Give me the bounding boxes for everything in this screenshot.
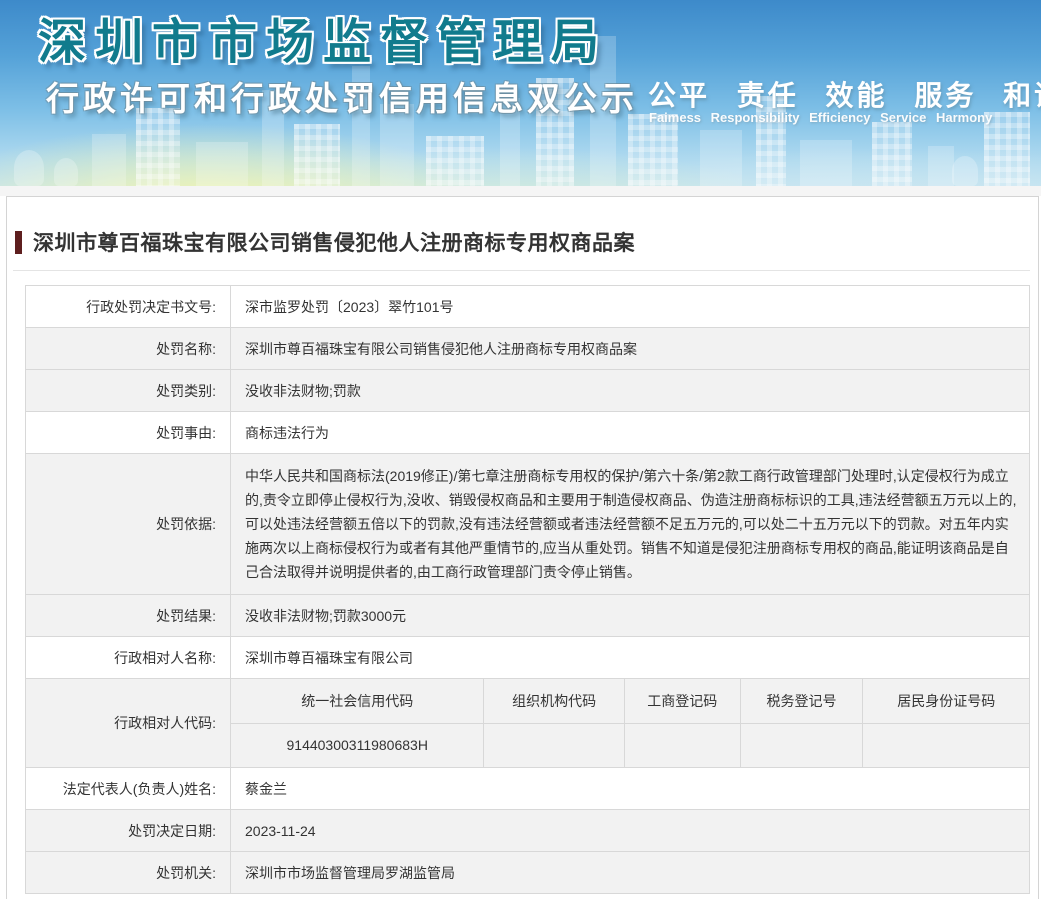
codes-header-business-reg: 工商登记码 — [623, 679, 741, 724]
case-title: 深圳市尊百福珠宝有限公司销售侵犯他人注册商标专用权商品案 — [33, 232, 635, 255]
row-value: 没收非法财物;罚款 — [230, 369, 1030, 412]
codes-header-tax-reg: 税务登记号 — [739, 679, 864, 724]
row-penalty-name: 处罚名称: 深圳市尊百福珠宝有限公司销售侵犯他人注册商标专用权商品案 — [25, 327, 1030, 370]
row-value: 2023-11-24 — [230, 809, 1030, 852]
row-penalty-result: 处罚结果: 没收非法财物;罚款3000元 — [25, 594, 1030, 637]
row-value: 商标违法行为 — [230, 411, 1030, 454]
row-party-codes: 行政相对人代码: 统一社会信用代码 组织机构代码 工商登记码 税务登记号 居民身… — [25, 678, 1030, 768]
row-party-name: 行政相对人名称: 深圳市尊百福珠宝有限公司 — [25, 636, 1030, 679]
row-label: 处罚事由: — [25, 411, 231, 454]
tree-silhouette — [54, 158, 78, 186]
row-value: 深圳市市场监督管理局罗湖监管局 — [230, 851, 1030, 894]
row-label: 行政相对人代码: — [25, 678, 231, 768]
row-value: 没收非法财物;罚款3000元 — [230, 594, 1030, 637]
row-legal-representative: 法定代表人(负责人)姓名: 蔡金兰 — [25, 767, 1030, 810]
row-penalty-category: 处罚类别: 没收非法财物;罚款 — [25, 369, 1030, 412]
codes-value-business-reg — [623, 722, 741, 767]
agency-title: 深圳市市场监督管理局 — [38, 16, 609, 69]
row-value: 深圳市尊百福珠宝有限公司销售侵犯他人注册商标专用权商品案 — [230, 327, 1030, 370]
banner-subtitle: 行政许可和行政处罚信用信息双公示 — [46, 80, 638, 117]
codes-value-id-number — [862, 722, 1029, 767]
row-penalty-authority: 处罚机关: 深圳市市场监督管理局罗湖监管局 — [25, 851, 1030, 894]
row-label: 处罚决定日期: — [25, 809, 231, 852]
header-gap-band — [0, 186, 1041, 196]
row-value: 深市监罗处罚〔2023〕翠竹101号 — [230, 285, 1030, 328]
tree-silhouette — [952, 156, 978, 186]
row-value: 深圳市尊百福珠宝有限公司 — [230, 636, 1030, 679]
header-banner: 深圳市市场监督管理局 行政许可和行政处罚信用信息双公示 公平 责任 效能 服务 … — [0, 0, 1041, 186]
codes-value-row: 91440300311980683H — [231, 722, 1029, 767]
slogan-chinese: 公平 责任 效能 服务 和谐 — [648, 80, 1041, 111]
row-label: 行政相对人名称: — [25, 636, 231, 679]
case-title-block: 深圳市尊百福珠宝有限公司销售侵犯他人注册商标专用权商品案 — [15, 227, 1038, 257]
row-label: 行政处罚决定书文号: — [25, 285, 231, 328]
row-label: 处罚结果: — [25, 594, 231, 637]
row-value: 蔡金兰 — [230, 767, 1030, 810]
building-silhouette — [700, 130, 742, 186]
row-label: 处罚类别: — [25, 369, 231, 412]
codes-header-credit-code: 统一社会信用代码 — [231, 679, 485, 724]
codes-value-org-code — [483, 722, 625, 767]
row-penalty-basis: 处罚依据: 中华人民共和国商标法(2019修正)/第七章注册商标专用权的保护/第… — [25, 453, 1030, 595]
codes-header-id-number: 居民身份证号码 — [862, 679, 1029, 724]
row-value: 中华人民共和国商标法(2019修正)/第七章注册商标专用权的保护/第六十条/第2… — [230, 453, 1030, 595]
codes-value-tax-reg — [739, 722, 864, 767]
codes-header-row: 统一社会信用代码 组织机构代码 工商登记码 税务登记号 居民身份证号码 — [231, 679, 1029, 724]
building-silhouette — [872, 122, 912, 186]
row-label: 处罚名称: — [25, 327, 231, 370]
row-label: 处罚机关: — [25, 851, 231, 894]
codes-subtable: 统一社会信用代码 组织机构代码 工商登记码 税务登记号 居民身份证号码 9144… — [231, 679, 1029, 767]
title-accent-bar — [15, 230, 22, 254]
building-silhouette — [928, 146, 954, 186]
penalty-info-table: 行政处罚决定书文号: 深市监罗处罚〔2023〕翠竹101号 处罚名称: 深圳市尊… — [25, 285, 1030, 894]
building-silhouette — [800, 140, 852, 186]
tree-silhouette — [14, 150, 44, 186]
building-silhouette — [294, 124, 340, 186]
content-panel: 深圳市尊百福珠宝有限公司销售侵犯他人注册商标专用权商品案 行政处罚决定书文号: … — [6, 196, 1039, 899]
row-penalty-reason: 处罚事由: 商标违法行为 — [25, 411, 1030, 454]
row-decision-date: 处罚决定日期: 2023-11-24 — [25, 809, 1030, 852]
row-label: 处罚依据: — [25, 453, 231, 595]
codes-value-credit-code: 91440300311980683H — [231, 722, 485, 767]
row-decision-number: 行政处罚决定书文号: 深市监罗处罚〔2023〕翠竹101号 — [25, 285, 1030, 328]
codes-header-org-code: 组织机构代码 — [483, 679, 625, 724]
building-silhouette — [426, 136, 484, 186]
building-silhouette — [92, 134, 126, 186]
title-divider — [13, 270, 1030, 271]
building-silhouette — [196, 142, 248, 186]
codes-cell: 统一社会信用代码 组织机构代码 工商登记码 税务登记号 居民身份证号码 9144… — [230, 678, 1030, 768]
row-label: 法定代表人(负责人)姓名: — [25, 767, 231, 810]
slogan-english: Faimess Responsibility Efficiency Servic… — [649, 110, 993, 125]
